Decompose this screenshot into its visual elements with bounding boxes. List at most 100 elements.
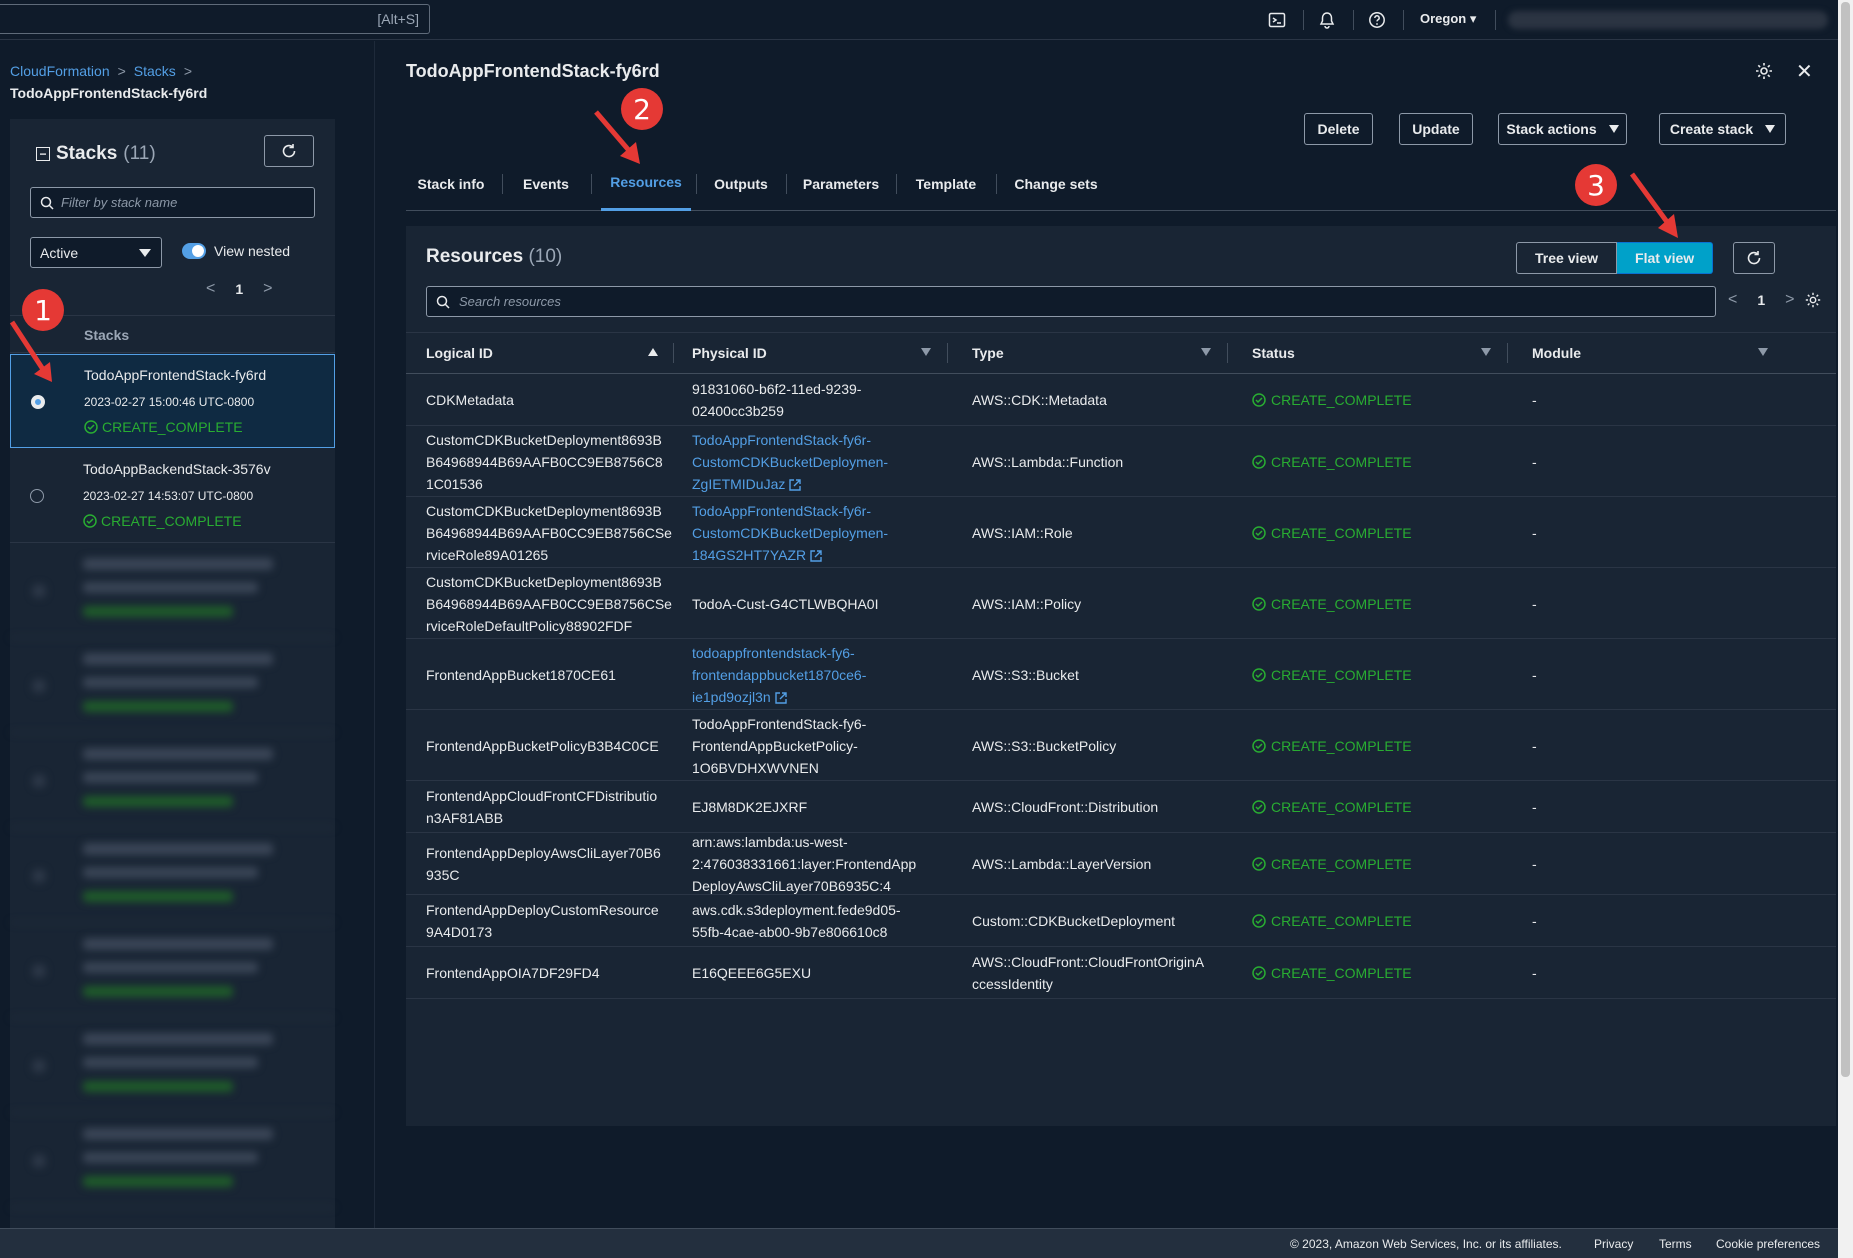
table-row: CustomCDKBucketDeployment8693B B64968944B… (406, 497, 1836, 568)
success-check-icon (1252, 966, 1266, 980)
breadcrumb-stacks[interactable]: Stacks (134, 63, 176, 79)
cell-status: CREATE_COMPLETE (1252, 522, 1412, 544)
sort-icon[interactable] (1201, 348, 1211, 356)
region-selector[interactable]: Oregon ▾ (1420, 11, 1476, 27)
tab-template[interactable]: Template (901, 156, 991, 211)
prev-page-icon[interactable]: < (1728, 291, 1737, 309)
stack-row[interactable]: TodoAppFrontendStack-fy6rd 2023-02-27 15… (10, 354, 335, 448)
cell-status: CREATE_COMPLETE (1252, 910, 1412, 932)
terms-link[interactable]: Terms (1659, 1237, 1692, 1251)
status-filter-select[interactable]: Active (30, 237, 162, 268)
stacks-pagination: < 1 > (206, 280, 272, 298)
stack-row-redacted[interactable] (10, 1019, 335, 1113)
cell-type: AWS::S3::Bucket (972, 666, 1079, 683)
stack-row-redacted[interactable] (10, 544, 335, 638)
stack-row[interactable]: TodoAppBackendStack-3576v 2023-02-27 14:… (10, 449, 335, 543)
page-scrollbar[interactable] (1838, 0, 1853, 1258)
tree-view-button[interactable]: Tree view (1516, 242, 1618, 274)
scrollbar-thumb[interactable] (1841, 2, 1850, 1077)
col-module[interactable]: Module (1532, 345, 1581, 361)
stack-row-redacted[interactable] (10, 829, 335, 923)
stack-radio[interactable] (30, 489, 44, 503)
flat-view-button[interactable]: Flat view (1617, 242, 1714, 274)
stack-detail: TodoAppFrontendStack-fy6rd ✕ Delete Upda… (376, 41, 1836, 1228)
success-check-icon (1252, 596, 1266, 611)
cell-status: CREATE_COMPLETE (1252, 735, 1412, 757)
copyright: © 2023, Amazon Web Services, Inc. or its… (1290, 1237, 1562, 1251)
tab-outputs[interactable]: Outputs (701, 156, 781, 211)
cookie-preferences-link[interactable]: Cookie preferences (1716, 1237, 1820, 1251)
stack-row-redacted[interactable] (10, 734, 335, 828)
refresh-resources-button[interactable] (1733, 242, 1775, 274)
stack-actions-dropdown[interactable]: Stack actions (1498, 113, 1627, 145)
search-shortcut-hint: [Alt+S] (377, 11, 419, 27)
next-page-icon[interactable]: > (263, 280, 272, 298)
table-row: CustomCDKBucketDeployment8693B B64968944B… (406, 426, 1836, 497)
table-preferences-gear-icon[interactable] (1804, 291, 1822, 313)
current-page[interactable]: 1 (235, 281, 243, 297)
stack-created-date: 2023-02-27 14:53:07 UTC-0800 (83, 489, 254, 503)
cell-physical-id[interactable]: TodoAppFrontendStack-fy6r- CustomCDKBucke… (692, 429, 888, 495)
privacy-link[interactable]: Privacy (1594, 1237, 1633, 1251)
stack-row-redacted[interactable] (10, 639, 335, 733)
tab-stack-info[interactable]: Stack info (406, 156, 496, 211)
notifications-icon[interactable] (1316, 9, 1338, 31)
cell-type: AWS::IAM::Policy (972, 595, 1082, 612)
sort-icon[interactable] (1481, 348, 1491, 356)
resources-search-input[interactable]: Search resources (426, 286, 1716, 317)
next-page-icon[interactable]: > (1785, 291, 1794, 309)
annotation-arrow-2 (594, 110, 640, 164)
tab-events[interactable]: Events (506, 156, 586, 211)
view-nested-toggle[interactable] (182, 243, 206, 259)
annotation-arrow-1 (9, 320, 52, 382)
cell-status: CREATE_COMPLETE (1252, 962, 1412, 984)
help-icon[interactable] (1366, 9, 1388, 31)
delete-button[interactable]: Delete (1304, 113, 1373, 145)
table-row: FrontendAppDeployCustomResource 9A4D0173 a… (406, 895, 1836, 947)
sort-icon[interactable] (1758, 348, 1768, 356)
cell-status: CREATE_COMPLETE (1252, 389, 1412, 411)
cloudshell-icon[interactable] (1266, 9, 1288, 31)
external-link-icon (789, 479, 802, 491)
cell-physical-id: EJ8M8DK2EJXRF (692, 799, 808, 815)
caret-down-icon (139, 249, 151, 257)
sort-ascending-icon[interactable] (648, 348, 658, 356)
tab-change-sets[interactable]: Change sets (1001, 156, 1111, 211)
close-icon[interactable]: ✕ (1796, 59, 1813, 84)
tab-parameters[interactable]: Parameters (791, 156, 891, 211)
sort-icon[interactable] (921, 348, 931, 356)
cell-logical-id: CustomCDKBucketDeployment8693B B64968944B… (426, 431, 663, 492)
cell-module: - (1532, 392, 1537, 408)
refresh-stacks-button[interactable] (264, 135, 314, 167)
col-logical-id[interactable]: Logical ID (426, 345, 493, 361)
breadcrumb-current: TodoAppFrontendStack-fy6rd (10, 85, 208, 101)
cell-logical-id: CustomCDKBucketDeployment8693B B64968944B… (426, 573, 672, 634)
gear-icon[interactable] (1754, 61, 1774, 85)
stack-row-redacted[interactable] (10, 924, 335, 1018)
cell-status: CREATE_COMPLETE (1252, 451, 1412, 473)
collapse-icon[interactable]: − (36, 147, 50, 161)
stack-status: CREATE_COMPLETE (83, 513, 242, 529)
update-button[interactable]: Update (1399, 113, 1473, 145)
table-row: FrontendAppOIA7DF29FD4 E16QEEE6G5EXU AWS::… (406, 947, 1836, 999)
success-check-icon (1252, 800, 1266, 814)
cell-physical-id[interactable]: todoappfrontendstack-fy6- frontendappbuck… (692, 642, 866, 708)
cell-physical-id: aws.cdk.s3deployment.fede9d05- 55fb-4cae-… (692, 902, 901, 940)
cell-logical-id: FrontendAppDeployAwsCliLayer70B6 935C (426, 845, 661, 883)
cell-physical-id[interactable]: TodoAppFrontendStack-fy6r- CustomCDKBucke… (692, 500, 888, 566)
col-physical-id[interactable]: Physical ID (692, 345, 767, 361)
col-status[interactable]: Status (1252, 345, 1295, 361)
breadcrumb-cloudformation[interactable]: CloudFormation (10, 63, 110, 79)
global-search-input[interactable]: [Alt+S] (0, 4, 430, 34)
stack-filter-input[interactable]: Filter by stack name (30, 187, 315, 218)
stack-row-redacted[interactable] (10, 1114, 335, 1208)
current-page[interactable]: 1 (1757, 292, 1765, 308)
account-menu-redacted[interactable] (1508, 11, 1828, 29)
prev-page-icon[interactable]: < (206, 280, 215, 298)
cell-type: AWS::IAM::Role (972, 524, 1073, 541)
cell-status: CREATE_COMPLETE (1252, 853, 1412, 875)
table-row: CDKMetadata 91831060-b6f2-11ed-9239- 02400… (406, 374, 1836, 426)
create-stack-dropdown[interactable]: Create stack (1659, 113, 1786, 145)
col-type[interactable]: Type (972, 345, 1004, 361)
stack-radio-selected[interactable] (31, 395, 45, 409)
